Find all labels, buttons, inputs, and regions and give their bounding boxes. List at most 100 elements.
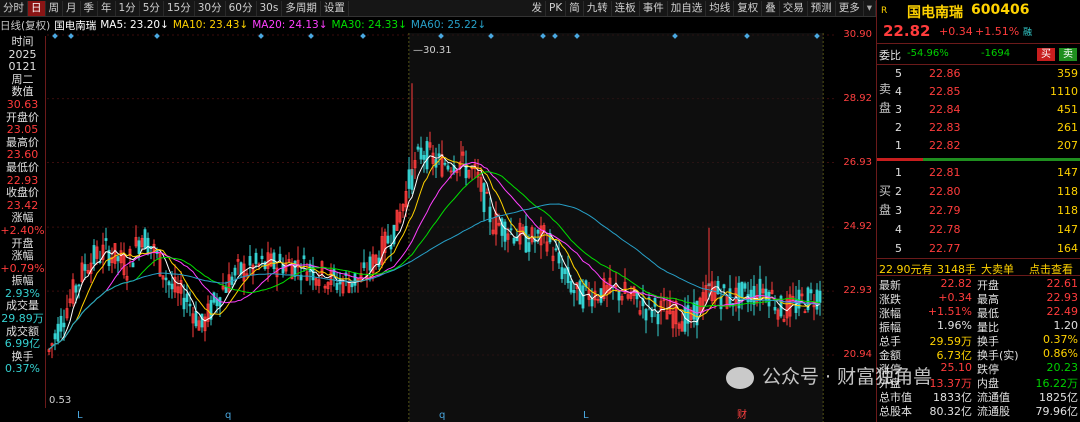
stock-name: 国电南瑞	[907, 5, 963, 21]
ask-volume: 1110	[1050, 85, 1078, 98]
period-tab-7[interactable]: 5分	[140, 0, 164, 16]
period-tab-8[interactable]: 15分	[164, 0, 195, 16]
period-tab-5[interactable]: 年	[98, 0, 116, 16]
info-line: 时间	[11, 35, 34, 48]
stock-code: 600406	[971, 2, 1030, 18]
candle-body	[194, 310, 198, 327]
toolbar-action-7[interactable]: 均线	[706, 0, 735, 16]
candle-body	[170, 283, 174, 290]
candle-body	[581, 285, 585, 309]
candle-body	[362, 262, 366, 269]
toolbar-action-3[interactable]: 九转	[584, 0, 612, 16]
stat-label: 流通股	[977, 405, 1010, 418]
stat-value: 1.20	[1053, 319, 1079, 332]
candle-body	[563, 268, 567, 275]
period-tab-9[interactable]: 30分	[195, 0, 226, 16]
stock-name-label: 国电南瑞	[54, 19, 97, 32]
candle-body	[368, 256, 372, 271]
candle-body	[104, 238, 108, 241]
period-tab-12[interactable]: 多周期	[282, 0, 321, 16]
period-tab-10[interactable]: 60分	[226, 0, 257, 16]
candle-body	[83, 264, 87, 271]
ma30-label: MA30: 24.33↓	[331, 19, 407, 31]
ask-volume: 359	[1057, 67, 1078, 80]
period-tab-6[interactable]: 1分	[116, 0, 140, 16]
candle-body	[164, 277, 168, 281]
event-marker	[68, 33, 74, 39]
candle-body	[722, 284, 726, 289]
kline-chart[interactable]: —30.31 0.53 L q q L 财	[47, 33, 836, 422]
candle-body	[617, 291, 621, 301]
info-line: 23.05	[6, 123, 39, 137]
quote-panel: R 国电南瑞 600406 22.82 +0.34 +1.51% 融委比 -54.96% -16…	[876, 0, 1080, 422]
bid-price: 22.81	[929, 166, 961, 179]
divider	[877, 43, 1080, 44]
bid-price: 22.80	[929, 185, 961, 198]
bottom-event-marker: L	[77, 410, 83, 421]
info-line: 0.37%	[5, 362, 40, 376]
info-line: +2.40%	[0, 223, 45, 237]
bid-price: 22.77	[929, 242, 961, 255]
candle-body	[302, 255, 306, 260]
divider	[877, 258, 1080, 259]
chevron-down-icon[interactable]: ▾	[864, 0, 876, 16]
ask-volume: 261	[1057, 121, 1078, 134]
toolbar-action-1[interactable]: PK	[546, 0, 567, 16]
candle-body	[818, 290, 822, 303]
stat-value: 22.93	[1046, 291, 1079, 304]
period-tab-3[interactable]: 月	[63, 0, 81, 16]
buy-button[interactable]: 买	[1037, 48, 1055, 61]
period-tab-13[interactable]: 设置	[321, 0, 349, 16]
candle-body	[572, 290, 576, 294]
change-pct: +1.51%	[975, 25, 1020, 38]
period-tab-2[interactable]: 周	[46, 0, 63, 16]
bid-volume: 147	[1057, 166, 1078, 179]
bottom-event-marker: q	[225, 410, 231, 421]
candle-body	[407, 169, 411, 189]
candle-body	[260, 255, 264, 260]
stat-value: 0.37%	[1043, 333, 1078, 346]
toolbar-action-9[interactable]: 叠	[762, 0, 780, 16]
indicator-header: 日线(复权) 国电南瑞 MA5: 23.20↓ MA10: 23.43↓ MA2…	[0, 18, 876, 32]
stat-value: 20.23	[1046, 361, 1079, 374]
candle-body	[740, 281, 744, 298]
toolbar-action-11[interactable]: 预测	[808, 0, 836, 16]
candle-body	[386, 235, 390, 244]
toolbar-action-12[interactable]: 更多	[836, 0, 864, 16]
chart-mode-label[interactable]: 日线(复权)	[0, 18, 50, 33]
sell-button[interactable]: 卖	[1059, 48, 1077, 61]
period-tab-1[interactable]: 日	[28, 0, 46, 16]
candle-body	[62, 322, 66, 328]
market-tag: R	[881, 6, 888, 16]
bid-level: 2	[895, 185, 902, 198]
period-tab-0[interactable]: 分时	[0, 0, 28, 16]
candle-body	[752, 285, 756, 305]
info-line: 0121	[8, 60, 37, 74]
candle-body	[503, 221, 507, 242]
period-tab-11[interactable]: 30s	[257, 0, 283, 16]
candle-body	[446, 165, 450, 170]
price-axis-label: 24.92	[843, 221, 872, 233]
bid-volume: 118	[1057, 185, 1078, 198]
toolbar-action-2[interactable]: 简	[566, 0, 584, 16]
toolbar-action-6[interactable]: 加自选	[668, 0, 707, 16]
toolbar-action-4[interactable]: 连板	[612, 0, 640, 16]
toolbar-action-5[interactable]: 事件	[640, 0, 668, 16]
toolbar-action-8[interactable]: 复权	[734, 0, 763, 16]
ask-volume: 207	[1057, 139, 1078, 152]
candle-body	[758, 278, 762, 301]
candle-body	[335, 283, 339, 290]
candle-body	[767, 291, 771, 307]
info-line: 29.89万	[1, 312, 44, 326]
toolbar-action-10[interactable]: 交易	[780, 0, 808, 16]
candle-body	[557, 252, 561, 264]
info-line: 30.63	[6, 97, 39, 111]
wechat-icon	[726, 366, 754, 389]
toolbar-right: 发 PK 简九转 连板 事件 加自选 均线 复权叠交易 预测 更多 ▾	[529, 0, 876, 16]
candle-body	[416, 146, 420, 150]
candle-body	[419, 147, 423, 160]
toolbar-action-0[interactable]: 发	[529, 0, 546, 16]
period-tab-4[interactable]: 季	[81, 0, 98, 16]
event-marker	[154, 33, 160, 39]
stat-value: 80.32亿	[929, 405, 973, 418]
